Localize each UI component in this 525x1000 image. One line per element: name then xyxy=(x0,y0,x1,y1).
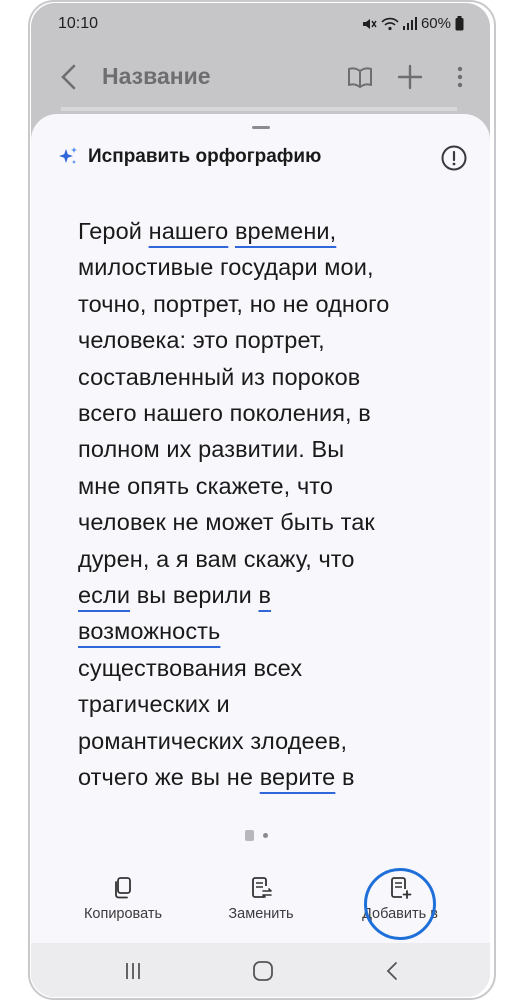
info-button[interactable] xyxy=(440,144,468,172)
text-segment: человека: это портрет, xyxy=(78,327,325,354)
text-line: человек не может быть так xyxy=(78,504,458,540)
text-segment: трагических и xyxy=(78,691,230,718)
sheet-title: Исправить орфографию xyxy=(88,146,322,167)
corrected-word[interactable]: возможность xyxy=(78,618,220,644)
reading-mode-button[interactable] xyxy=(344,61,376,93)
add-button[interactable] xyxy=(394,61,426,93)
text-segment: составленный из пороков xyxy=(78,363,361,390)
text-line: существования всех xyxy=(78,650,458,686)
text-segment: вы верили xyxy=(130,582,259,609)
text-line: романтических злодеев, xyxy=(78,723,458,759)
page-indicator-dot xyxy=(263,833,268,838)
info-icon xyxy=(441,145,467,171)
text-segment: всего нашего поколения, в xyxy=(78,400,371,427)
spell-check-sheet: Исправить орфографию Герой нашего времен… xyxy=(31,114,490,943)
copy-label: Копировать xyxy=(83,906,163,922)
recents-button[interactable] xyxy=(119,957,147,985)
replace-label: Заменить xyxy=(228,906,294,922)
back-button[interactable] xyxy=(55,61,85,93)
page-indicator-doc xyxy=(245,830,254,841)
text-segment: человек не может быть так xyxy=(78,509,375,536)
app-bar: Название xyxy=(31,45,490,111)
corrected-text[interactable]: Герой нашего времени, милостивые государи… xyxy=(78,213,458,798)
text-line: милостивые государи мои, xyxy=(78,249,458,285)
system-back-button[interactable] xyxy=(379,957,407,985)
status-icons: 60% xyxy=(361,15,464,32)
system-nav-bar xyxy=(31,943,490,997)
text-line: дурен, а я вам скажу, что xyxy=(78,541,458,577)
recents-icon xyxy=(126,963,140,979)
text-line: тоб xyxy=(78,796,458,799)
text-line: человека: это портрет, xyxy=(78,322,458,358)
phone-screen: 10:10 60% Название Исправить орфографию … xyxy=(31,3,490,997)
text-segment: существования всех xyxy=(78,654,303,681)
text-segment: полном их развитии. Вы xyxy=(78,436,345,463)
text-segment: дурен, а я вам скажу, что xyxy=(78,545,355,572)
text-line: мне опять скажете, что xyxy=(78,468,458,504)
text-segment: отчего же вы не xyxy=(78,764,260,791)
status-bar: 10:10 60% xyxy=(31,3,490,45)
more-options-button[interactable] xyxy=(444,61,476,93)
text-line: полном их развитии. Вы xyxy=(78,431,458,467)
replace-button[interactable]: Заменить xyxy=(201,876,321,922)
status-time: 10:10 xyxy=(58,15,99,32)
text-segment: мне опять скажете, что xyxy=(78,472,334,499)
corrected-word[interactable]: верите xyxy=(260,764,336,790)
text-line: если вы верили в xyxy=(78,577,458,613)
home-button[interactable] xyxy=(249,957,277,985)
corrected-word[interactable]: если xyxy=(78,582,130,608)
home-icon xyxy=(253,961,273,981)
note-title: Название xyxy=(102,63,211,89)
text-line: возможность xyxy=(78,613,458,649)
text-segment: милостивые государи мои, xyxy=(78,254,374,281)
page-indicator xyxy=(245,830,268,841)
corrected-word[interactable]: в xyxy=(258,582,271,608)
ai-sparkle-icon xyxy=(59,147,77,164)
system-back-icon xyxy=(386,962,397,980)
text-segment xyxy=(228,218,235,244)
text-segment: в xyxy=(335,764,355,791)
replace-icon xyxy=(252,877,272,898)
corrected-word[interactable]: нашего xyxy=(149,218,229,244)
text-line: всего нашего поколения, в xyxy=(78,395,458,431)
book-icon xyxy=(348,67,372,88)
battery-icon xyxy=(455,16,464,31)
text-line: точно, портрет, но не одного xyxy=(78,286,458,322)
copy-button[interactable]: Копировать xyxy=(63,876,183,922)
text-line: Герой нашего времени, xyxy=(78,213,458,249)
plus-icon xyxy=(397,64,423,90)
text-segment: романтических злодеев, xyxy=(78,727,348,754)
sheet-header: Исправить орфографию xyxy=(57,146,321,168)
text-segment: точно, портрет, но не одного xyxy=(78,290,390,317)
back-arrow-icon xyxy=(61,64,76,90)
tap-highlight-ring xyxy=(364,868,436,940)
mute-icon xyxy=(361,17,377,31)
text-line: отчего же вы не верите в xyxy=(78,759,458,795)
copy-icon xyxy=(115,877,131,899)
corrected-word[interactable]: времени, xyxy=(235,218,336,244)
app-bar-actions xyxy=(344,61,476,93)
background-note-edge xyxy=(61,107,457,111)
more-vert-icon xyxy=(457,66,463,88)
text-segment: Герой xyxy=(78,218,149,244)
signal-icon xyxy=(402,17,417,30)
wifi-icon xyxy=(381,17,399,31)
text-line: трагических и xyxy=(78,686,458,722)
text-line: составленный из пороков xyxy=(78,359,458,395)
battery-percent: 60% xyxy=(420,15,451,32)
sheet-drag-handle[interactable] xyxy=(252,126,270,129)
